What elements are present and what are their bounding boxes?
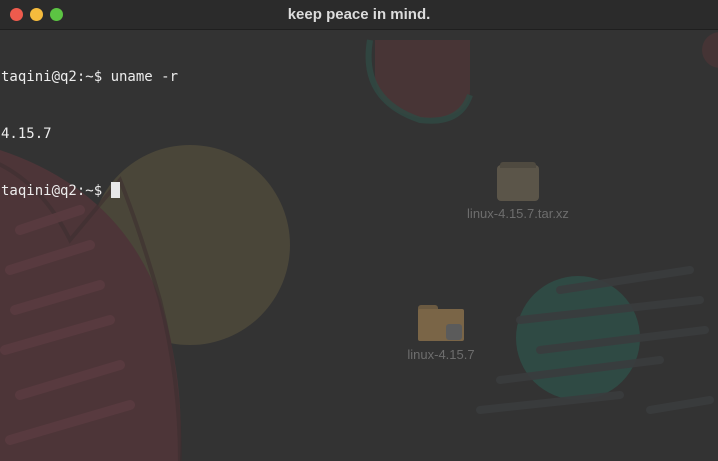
archive-icon — [497, 162, 539, 201]
command-output: 4.15.7 — [1, 126, 52, 142]
prompt: taqini@q2:~$ — [1, 183, 111, 199]
terminal-line: taqini@q2:~$ — [1, 182, 701, 201]
desktop-file-tarball[interactable]: linux-4.15.7.tar.xz — [446, 162, 590, 221]
folder-icon — [418, 305, 464, 341]
terminal-window: keep peace in mind. taqini@q2:~$ uname -… — [0, 0, 718, 461]
window-title: keep peace in mind. — [287, 6, 431, 23]
terminal-line: 4.15.7 — [1, 125, 701, 144]
terminal-line: taqini@q2:~$ uname -r — [1, 68, 701, 87]
text-cursor — [110, 182, 120, 198]
title-bar: keep peace in mind. — [0, 0, 718, 30]
command-line: taqini@q2:~$ uname -r — [1, 69, 179, 85]
desktop-file-label: linux-4.15.7.tar.xz — [467, 206, 569, 221]
desktop-folder-label: linux-4.15.7 — [407, 347, 475, 362]
desktop-folder[interactable]: linux-4.15.7 — [386, 305, 496, 362]
terminal-output[interactable]: taqini@q2:~$ uname -r 4.15.7 taqini@q2:~… — [1, 30, 701, 239]
